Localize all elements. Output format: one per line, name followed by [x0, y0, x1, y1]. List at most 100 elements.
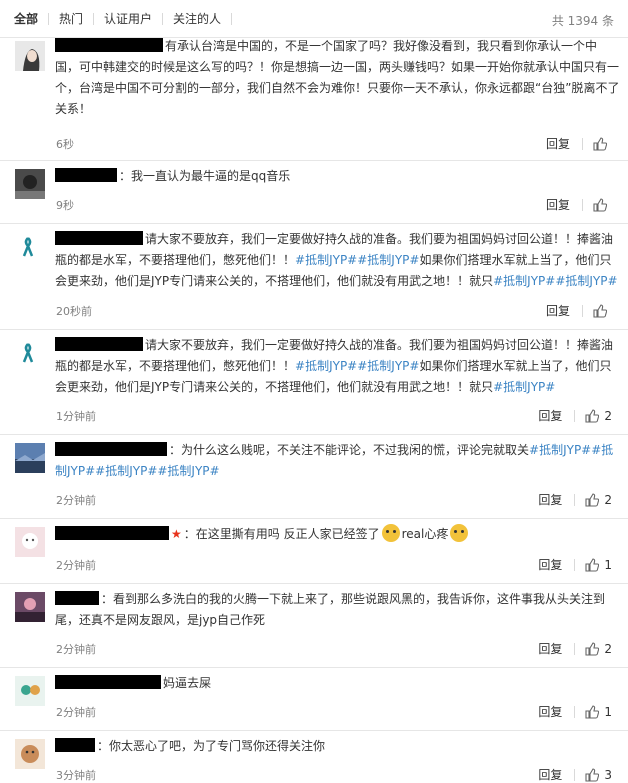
- avatar[interactable]: [15, 169, 45, 199]
- tab-verified[interactable]: 认证用户: [94, 12, 164, 25]
- comment-time: 9秒: [56, 199, 74, 212]
- reply-button[interactable]: 回复: [538, 643, 576, 655]
- redacted-username[interactable]: [55, 231, 143, 245]
- hashtag-link[interactable]: #抵制JYP#: [357, 253, 419, 267]
- like-count: 1: [604, 705, 612, 719]
- avatar[interactable]: [15, 592, 45, 622]
- comment-body: ★ ：在这里撕有用吗 反正人家已经签了 real心疼: [55, 524, 620, 545]
- comment-actions: 回复: [546, 197, 612, 213]
- redacted-username[interactable]: [55, 442, 167, 456]
- thumbs-up-icon: [585, 642, 600, 656]
- comment-item: ★ ：在这里撕有用吗 反正人家已经签了 real心疼 2分钟前 回复 1: [0, 519, 628, 584]
- like-button[interactable]: [593, 198, 612, 212]
- avatar[interactable]: [15, 676, 45, 706]
- comment-body: 妈逼去屎: [55, 673, 620, 694]
- redacted-username[interactable]: [55, 38, 163, 52]
- comment-body: ：我一直认为最牛逼的是qq音乐: [55, 166, 620, 187]
- comment-body: ：为什么这么贱呢，不关注不能评论，不过我闲的慌，评论完就取关#抵制JYP##抵制…: [55, 440, 620, 482]
- tab-hot[interactable]: 热门: [49, 12, 95, 25]
- avatar[interactable]: [15, 338, 45, 368]
- comment-item: 请大家不要放弃，我们一定要做好持久战的准备。我们要为祖国妈妈讨回公道！！捧酱油瓶…: [0, 224, 628, 330]
- redacted-username[interactable]: [55, 738, 95, 752]
- thumbs-up-icon: [585, 705, 600, 719]
- avatar[interactable]: [15, 443, 45, 473]
- tab-following[interactable]: 关注的人: [163, 12, 233, 25]
- avatar[interactable]: [15, 527, 45, 557]
- comment-time: 3分钟前: [56, 769, 96, 782]
- thumbs-up-icon: [585, 409, 600, 423]
- thumbs-up-icon: [593, 304, 607, 318]
- comment-item: ：为什么这么贱呢，不关注不能评论，不过我闲的慌，评论完就取关#抵制JYP##抵制…: [0, 435, 628, 519]
- comment-actions: 回复 1: [538, 704, 612, 720]
- like-count: 1: [604, 558, 612, 572]
- cat-emoji-icon: [450, 524, 469, 542]
- thumbs-up-icon: [585, 493, 600, 507]
- avatar[interactable]: [15, 232, 45, 262]
- comment-time: 1分钟前: [56, 410, 96, 423]
- comment-actions: 回复 2: [538, 641, 612, 657]
- like-count: 2: [604, 642, 612, 656]
- hashtag-link[interactable]: #抵制JYP#: [493, 380, 555, 394]
- avatar[interactable]: [15, 739, 45, 769]
- comment-list: 有承认台湾是中国的，不是一个国家了吗？我好像没看到，我只看到你承认一个中国，可中…: [0, 38, 628, 783]
- comment-text: ：在这里撕有用吗 反正人家已经签了: [183, 527, 380, 541]
- like-button[interactable]: 1: [585, 705, 612, 719]
- hashtag-link[interactable]: #抵制JYP#: [295, 359, 357, 373]
- redacted-username[interactable]: [55, 591, 99, 605]
- thumbs-up-icon: [585, 558, 600, 572]
- comment-text: ：为什么这么贱呢，不关注不能评论，不过我闲的慌，评论完就取关: [169, 443, 530, 457]
- comment-time: 2分钟前: [56, 706, 96, 719]
- reply-button[interactable]: 回复: [538, 769, 576, 781]
- comment-item: 妈逼去屎 2分钟前 回复 1: [0, 668, 628, 731]
- like-button[interactable]: 2: [585, 493, 612, 507]
- like-button[interactable]: [593, 137, 612, 151]
- hashtag-link[interactable]: #抵制JYP#: [357, 359, 419, 373]
- reply-button[interactable]: 回复: [538, 706, 576, 718]
- comment-body: ：看到那么多洗白的我的火腾一下就上来了，那些说跟风黑的，我告诉你，这件事我从头关…: [55, 589, 620, 631]
- comment-item: ：我一直认为最牛逼的是qq音乐 9秒 回复: [0, 161, 628, 224]
- comment-text: ：看到那么多洗白的我的火腾一下就上来了，那些说跟风黑的，我告诉你，这件事我从头关…: [55, 592, 606, 627]
- star-badge-icon: ★: [171, 527, 182, 541]
- reply-button[interactable]: 回复: [538, 559, 576, 571]
- avatar[interactable]: [15, 41, 45, 71]
- reply-button[interactable]: 回复: [546, 199, 583, 211]
- reply-button[interactable]: 回复: [538, 494, 576, 506]
- like-button[interactable]: 1: [585, 558, 612, 572]
- like-button[interactable]: [593, 304, 612, 318]
- redacted-username[interactable]: [55, 337, 143, 351]
- like-button[interactable]: 2: [585, 642, 612, 656]
- thumbs-up-icon: [593, 137, 607, 151]
- redacted-username[interactable]: [55, 526, 169, 540]
- tab-all[interactable]: 全部: [14, 12, 50, 25]
- like-button[interactable]: 3: [585, 768, 612, 782]
- hashtag-link[interactable]: #抵制JYP##抵制JYP#: [493, 274, 617, 288]
- like-count: 2: [604, 493, 612, 507]
- comment-body: 请大家不要放弃，我们一定要做好持久战的准备。我们要为祖国妈妈讨回公道！！捧酱油瓶…: [55, 229, 620, 292]
- like-button[interactable]: 2: [585, 409, 612, 423]
- reply-button[interactable]: 回复: [546, 305, 583, 317]
- comment-time: 2分钟前: [56, 643, 96, 656]
- comment-time: 6秒: [56, 138, 74, 151]
- comment-count: 共 1394 条: [551, 14, 614, 28]
- comment-actions: 回复 1: [538, 557, 612, 573]
- comment-time: 2分钟前: [56, 494, 96, 507]
- hashtag-link[interactable]: #抵制JYP#: [295, 253, 357, 267]
- comment-actions: 回复: [546, 136, 612, 152]
- redacted-username[interactable]: [55, 168, 117, 182]
- thumbs-up-icon: [593, 198, 607, 212]
- comment-item: 请大家不要放弃，我们一定要做好持久战的准备。我们要为祖国妈妈讨回公道！！捧酱油瓶…: [0, 330, 628, 435]
- comment-text: real心疼: [401, 527, 449, 541]
- redacted-username[interactable]: [55, 675, 161, 689]
- comment-text: ：你太恶心了吧，为了专门骂你还得关注你: [97, 739, 326, 753]
- thumbs-up-icon: [585, 768, 600, 782]
- comment-actions: 回复 2: [538, 408, 612, 424]
- comment-body: ：你太恶心了吧，为了专门骂你还得关注你: [55, 736, 620, 757]
- like-count: 3: [604, 768, 612, 782]
- reply-button[interactable]: 回复: [538, 410, 576, 422]
- reply-button[interactable]: 回复: [546, 138, 583, 150]
- comment-item: ：你太恶心了吧，为了专门骂你还得关注你 3分钟前 回复 3: [0, 731, 628, 783]
- comment-item: ：看到那么多洗白的我的火腾一下就上来了，那些说跟风黑的，我告诉你，这件事我从头关…: [0, 584, 628, 668]
- comment-body: 有承认台湾是中国的，不是一个国家了吗？我好像没看到，我只看到你承认一个中国，可中…: [55, 36, 620, 120]
- comment-actions: 回复 2: [538, 492, 612, 508]
- comment-body: 请大家不要放弃，我们一定要做好持久战的准备。我们要为祖国妈妈讨回公道！！捧酱油瓶…: [55, 335, 620, 398]
